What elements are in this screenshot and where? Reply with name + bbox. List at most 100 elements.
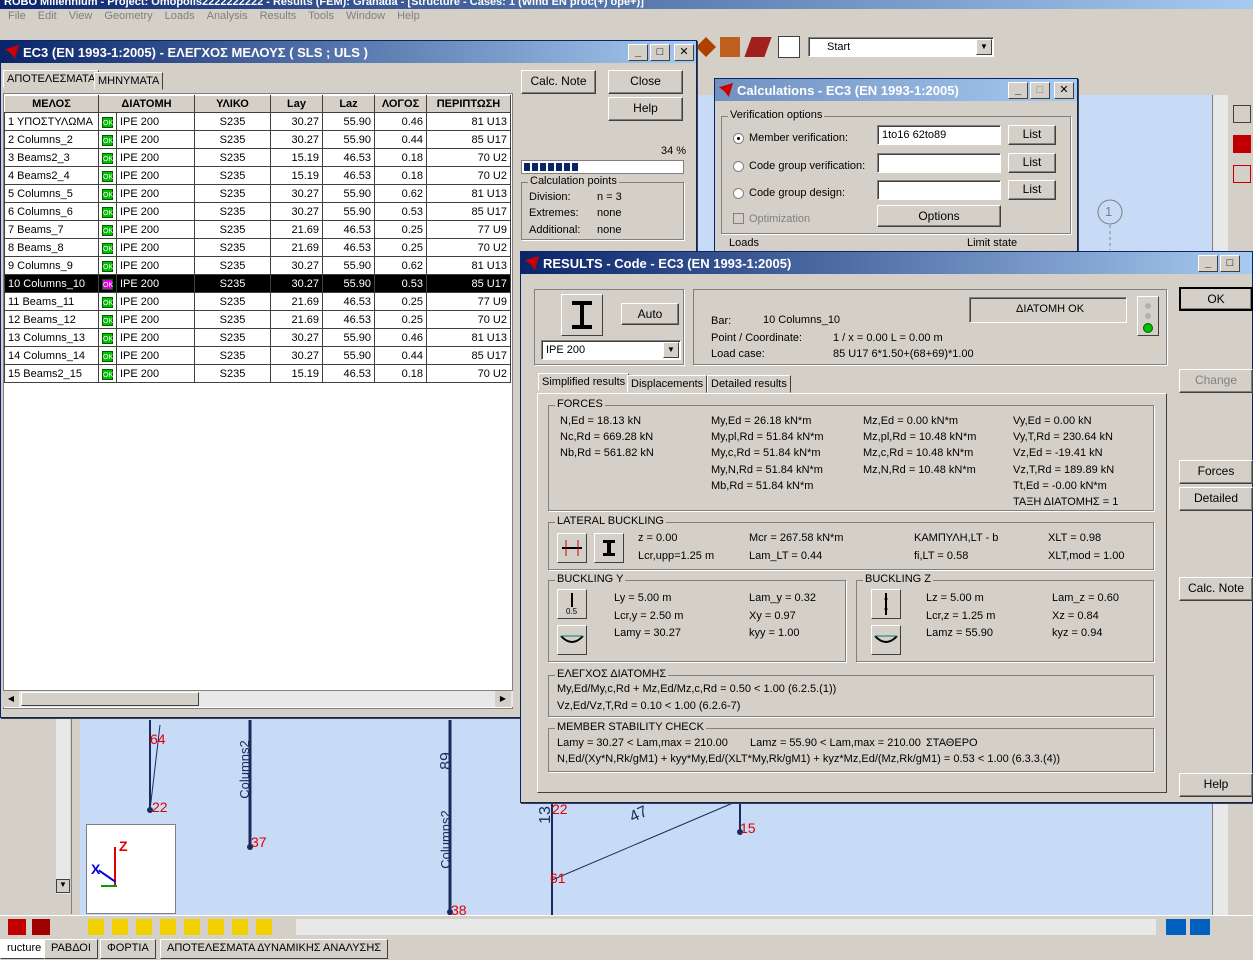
code-group-verification-input[interactable] — [877, 153, 1001, 173]
scroll-right-arrow[interactable]: ▶ — [495, 691, 511, 707]
tab-loads[interactable]: ΦΟΡΤΙΑ — [100, 939, 156, 959]
status-cell: OK — [98, 112, 117, 131]
cell-material: S235 — [194, 238, 271, 257]
col-section[interactable]: ΔΙΑΤΟΜΗ — [98, 95, 195, 113]
scroll-left-arrow[interactable]: ◀ — [3, 691, 19, 707]
minimize-button[interactable]: _ — [628, 44, 648, 61]
member-list-input[interactable]: 1to16 62to89 — [877, 125, 1001, 145]
tree-scrollbar[interactable] — [56, 718, 70, 894]
cell-section: IPE 200 — [116, 238, 195, 257]
ok-button[interactable]: OK — [1179, 287, 1253, 311]
table-row[interactable]: 6 Columns_6 OK IPE 200 S235 30.27 55.90 0.53 85… — [4, 202, 511, 221]
tab-structure[interactable]: ructure — [0, 939, 49, 959]
cell-material: S235 — [194, 364, 271, 383]
design-list-button[interactable]: List — [1008, 180, 1056, 200]
section-select[interactable]: IPE 200 ▼ — [541, 340, 681, 360]
close-icon[interactable]: ✕ — [674, 44, 694, 61]
minimize-button[interactable]: _ — [1008, 82, 1028, 99]
status-cell: OK — [98, 364, 117, 383]
auto-button[interactable]: Auto — [621, 303, 679, 325]
toolbar-icon[interactable] — [32, 919, 50, 935]
table-row[interactable]: 8 Beams_8 OK IPE 200 S235 21.69 46.53 0.25 70 U… — [4, 238, 511, 257]
table-row[interactable]: 5 Columns_5 OK IPE 200 S235 30.27 55.90 0.62 81… — [4, 184, 511, 203]
table-row[interactable]: 12 Beams_12 OK IPE 200 S235 21.69 46.53 0.25 70… — [4, 310, 511, 329]
tab-detailed-results[interactable]: Detailed results — [707, 375, 791, 393]
table-row[interactable]: 3 Beams2_3 OK IPE 200 S235 15.19 46.53 0.18 70 … — [4, 148, 511, 167]
status-cell: OK — [98, 238, 117, 257]
code-group-list-button[interactable]: List — [1008, 153, 1056, 173]
force-value: Mb,Rd = 51.84 kN*m — [711, 479, 814, 492]
buckling-z-length-icon[interactable] — [871, 589, 901, 619]
code-group-verification-radio[interactable] — [733, 161, 744, 172]
calc-note-button[interactable]: Calc. Note — [1179, 577, 1253, 601]
minimize-button[interactable]: _ — [1198, 255, 1218, 272]
table-row[interactable]: 2 Columns_2 OK IPE 200 S235 30.27 55.90 0.44 85… — [4, 130, 511, 149]
table-row[interactable]: 4 Beams2_4 OK IPE 200 S235 15.19 46.53 0.18 70 … — [4, 166, 511, 185]
tab-displacements[interactable]: Displacements — [627, 375, 708, 393]
optimization-checkbox[interactable] — [733, 213, 744, 224]
tab-messages[interactable]: ΜΗΝΥΜΑΤΑ — [94, 72, 164, 90]
buckling-y-length-icon[interactable]: 0.5 — [557, 589, 587, 619]
results-titlebar[interactable]: RESULTS - Code - EC3 (EN 1993-1:2005) — [521, 252, 1252, 274]
toolbar-icon[interactable] — [88, 919, 278, 935]
cell-case: 70 U2 — [426, 310, 511, 329]
code-group-design-input[interactable] — [877, 180, 1001, 200]
toolbar-icon[interactable] — [8, 919, 26, 935]
close-button[interactable]: Close — [608, 70, 683, 94]
table-row[interactable]: 14 Columns_14 OK IPE 200 S235 30.27 55.90 0.44… — [4, 346, 511, 365]
table-row[interactable]: 10 Columns_10 OK IPE 200 S235 30.27 55.90 0.53… — [4, 274, 511, 293]
lateral-section-icon[interactable] — [594, 533, 624, 563]
tab-simplified-results[interactable]: Simplified results — [538, 373, 630, 391]
buckling-y-shape-icon[interactable] — [557, 625, 587, 655]
ibeam-section-icon[interactable] — [561, 294, 603, 336]
close-icon[interactable]: ✕ — [1054, 82, 1074, 99]
by-l: Ly = 5.00 m — [614, 592, 672, 604]
status-cell: OK — [98, 328, 117, 347]
table-row[interactable]: 13 Columns_13 OK IPE 200 S235 30.27 55.90 0.46… — [4, 328, 511, 347]
view-icon[interactable] — [1166, 919, 1186, 935]
col-ratio[interactable]: ΛΟΓΟΣ — [374, 95, 427, 113]
options-button[interactable]: Options — [877, 205, 1001, 227]
tab-results[interactable]: ΑΠΟΤΕΛΕΣΜΑΤΑ — [3, 70, 100, 88]
col-case[interactable]: ΠΕΡΙΠΤΩΣΗ — [426, 95, 511, 113]
chevron-down-icon[interactable]: ▼ — [663, 342, 679, 358]
buckling-z-shape-icon[interactable] — [871, 625, 901, 655]
stability-formula: N,Ed/(Xy*N,Rk/gM1) + kyy*My,Ed/(XLT*My,R… — [557, 753, 1061, 765]
toolbar-icon[interactable] — [1233, 135, 1251, 153]
member-check-titlebar[interactable]: EC3 (EN 1993-1:2005) - ΕΛΕΓΧΟΣ ΜΕΛΟΥΣ ( … — [1, 41, 696, 63]
tree-scroll-down[interactable]: ▼ — [56, 879, 70, 893]
tab-dynamic-results[interactable]: ΑΠΟΤΕΛΕΣΜΑΤΑ ΔΥΝΑΜΙΚΗΣ ΑΝΑΛΥΣΗΣ — [160, 939, 389, 959]
lateral-support-icon[interactable] — [557, 533, 587, 563]
table-row[interactable]: 15 Beams2_15 OK IPE 200 S235 15.19 46.53 0.18 7… — [4, 364, 511, 383]
table-row[interactable]: 9 Columns_9 OK IPE 200 S235 30.27 55.90 0.62 81… — [4, 256, 511, 275]
table-row[interactable]: 7 Beams_7 OK IPE 200 S235 21.69 46.53 0.25 77 U… — [4, 220, 511, 239]
toolbar-icon[interactable] — [1233, 165, 1251, 183]
col-laz[interactable]: Laz — [322, 95, 375, 113]
toolbar-icon[interactable] — [1233, 105, 1251, 123]
calc-note-button[interactable]: Calc. Note — [521, 70, 596, 94]
code-group-design-radio[interactable] — [733, 188, 744, 199]
table-hscrollbar[interactable]: ◀ ▶ — [3, 690, 513, 707]
member-list-button[interactable]: List — [1008, 125, 1056, 145]
table-row[interactable]: 11 Beams_11 OK IPE 200 S235 21.69 46.53 0.25 77… — [4, 292, 511, 311]
ok-status-icon: OK — [102, 188, 113, 200]
tab-members[interactable]: ΡΑΒΔΟΙ — [44, 939, 98, 959]
grid-axis-label: 1 — [1105, 204, 1113, 219]
col-material[interactable]: ΥΛΙΚΟ — [194, 95, 271, 113]
detailed-button[interactable]: Detailed — [1179, 487, 1253, 511]
change-button[interactable]: Change — [1179, 369, 1253, 393]
maximize-button[interactable]: □ — [650, 44, 670, 61]
view-icon[interactable] — [1190, 919, 1210, 935]
maximize-button[interactable]: □ — [1030, 82, 1050, 99]
help-button[interactable]: Help — [1179, 773, 1253, 797]
table-row[interactable]: 1 ΥΠΟΣΤΥΛΩΜΑ OK IPE 200 S235 30.27 55.90 0.46 8… — [4, 112, 511, 131]
member-verification-radio[interactable] — [733, 133, 744, 144]
scroll-thumb[interactable] — [21, 692, 199, 706]
forces-button[interactable]: Forces — [1179, 460, 1253, 484]
horizontal-scrollbar[interactable] — [296, 919, 1156, 935]
col-member[interactable]: ΜΕΛΟΣ — [4, 95, 99, 113]
col-lay[interactable]: Lay — [270, 95, 323, 113]
help-button[interactable]: Help — [608, 97, 683, 121]
loads-label: Loads — [729, 237, 759, 249]
maximize-button[interactable]: □ — [1220, 255, 1240, 272]
